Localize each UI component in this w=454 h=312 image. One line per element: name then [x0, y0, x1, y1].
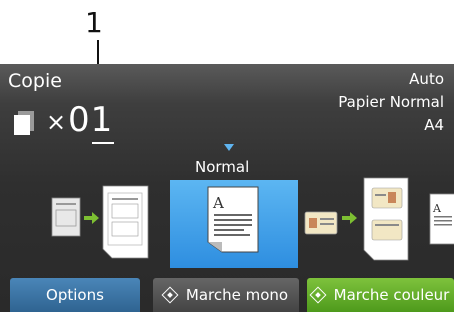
- callout-number: 1: [85, 6, 103, 39]
- page-preview-icon[interactable]: A: [429, 193, 454, 245]
- normal-copy-icon[interactable]: A: [207, 186, 259, 253]
- screen-title: Copie: [8, 70, 62, 92]
- mono-start-button[interactable]: Marche mono: [153, 278, 299, 312]
- paper-size-setting[interactable]: A4: [424, 116, 444, 134]
- svg-text:A: A: [212, 194, 224, 212]
- paper-type-setting[interactable]: Papier Normal: [338, 93, 444, 111]
- options-button-label: Options: [46, 286, 104, 304]
- color-start-button[interactable]: Marche couleur: [307, 278, 454, 312]
- copy-stack-icon: [14, 111, 34, 135]
- start-icon: [161, 286, 179, 304]
- id-card-copy-icon[interactable]: [304, 177, 409, 261]
- svg-text:A: A: [432, 202, 442, 215]
- copies-count[interactable]: 01: [68, 100, 113, 140]
- copies-multiplier: ×: [46, 108, 67, 136]
- color-start-label: Marche couleur: [333, 286, 450, 304]
- mono-start-label: Marche mono: [185, 286, 289, 304]
- touchscreen: Copie Auto Papier Normal A4 × 01 Normal …: [0, 64, 454, 312]
- quality-setting[interactable]: Auto: [409, 70, 444, 88]
- start-icon: [309, 286, 327, 304]
- copies-cursor: [92, 142, 114, 144]
- options-button[interactable]: Options: [10, 278, 140, 312]
- copy-mode-carousel[interactable]: A A: [0, 158, 454, 266]
- action-bar: Options Marche mono Marche couleur: [0, 278, 454, 312]
- page-to-page-icon[interactable]: [51, 185, 149, 259]
- selection-arrow-icon: [224, 144, 234, 151]
